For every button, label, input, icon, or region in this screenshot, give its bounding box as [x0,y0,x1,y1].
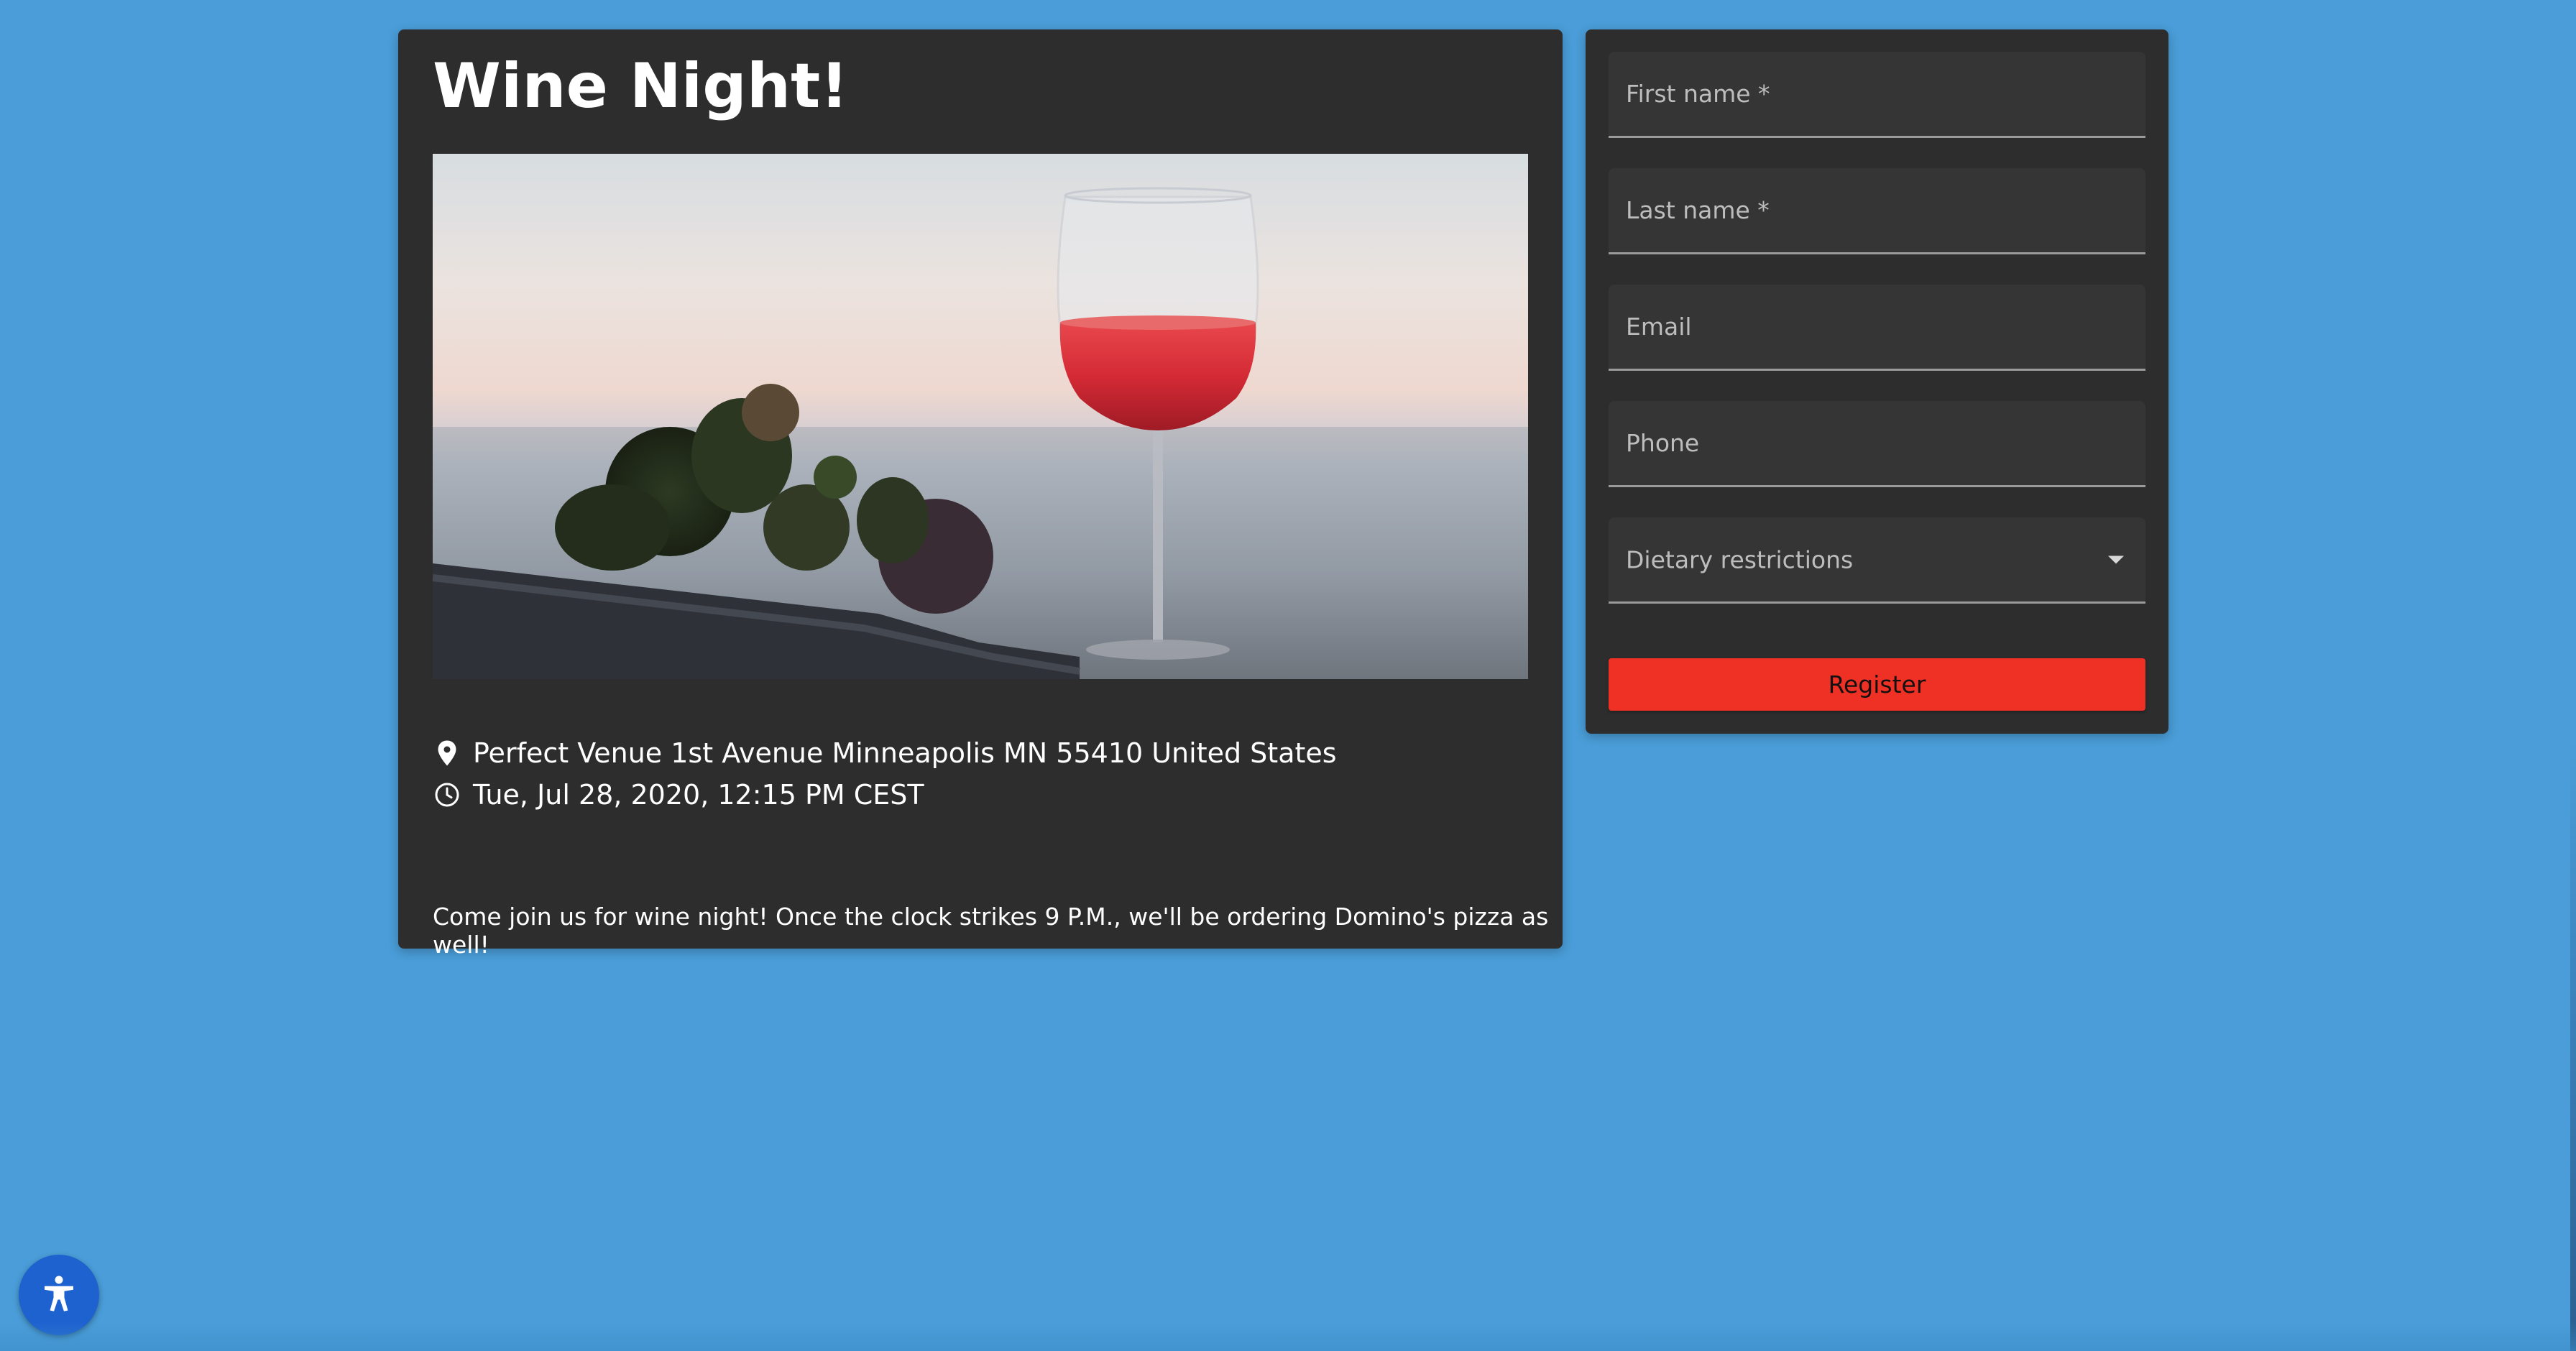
phone-input[interactable] [1609,401,2145,485]
register-button[interactable]: Register [1609,658,2145,711]
event-card: Wine Night! Perfect Venue 1st Avenue Min… [398,29,1563,959]
map-pin-icon [433,739,461,767]
first-name-input[interactable] [1609,52,2145,136]
accessibility-icon [37,1273,80,1318]
last-name-field[interactable] [1609,168,2145,254]
dietary-restrictions-select[interactable]: Dietary restrictions [1609,517,2145,604]
event-datetime-text: Tue, Jul 28, 2020, 12:15 PM CEST [473,779,924,811]
event-venue-text: Perfect Venue 1st Avenue Minneapolis MN … [473,737,1337,769]
event-venue: Perfect Venue 1st Avenue Minneapolis MN … [433,737,1337,769]
event-image [433,154,1528,679]
clock-icon [433,780,461,809]
chevron-down-icon [2108,555,2124,563]
scrollbar-edge [2570,0,2576,1351]
phone-field[interactable] [1609,401,2145,487]
last-name-input[interactable] [1609,168,2145,252]
bottom-shadow [0,1322,2576,1351]
first-name-field[interactable] [1609,52,2145,138]
event-title: Wine Night! [433,50,849,122]
registration-form: Dietary restrictions Register [1586,29,2168,734]
dietary-restrictions-label: Dietary restrictions [1626,545,1854,573]
email-input[interactable] [1609,285,2145,369]
email-field[interactable] [1609,285,2145,371]
event-datetime: Tue, Jul 28, 2020, 12:15 PM CEST [433,779,924,811]
event-description: Come join us for wine night! Once the cl… [433,903,1549,959]
